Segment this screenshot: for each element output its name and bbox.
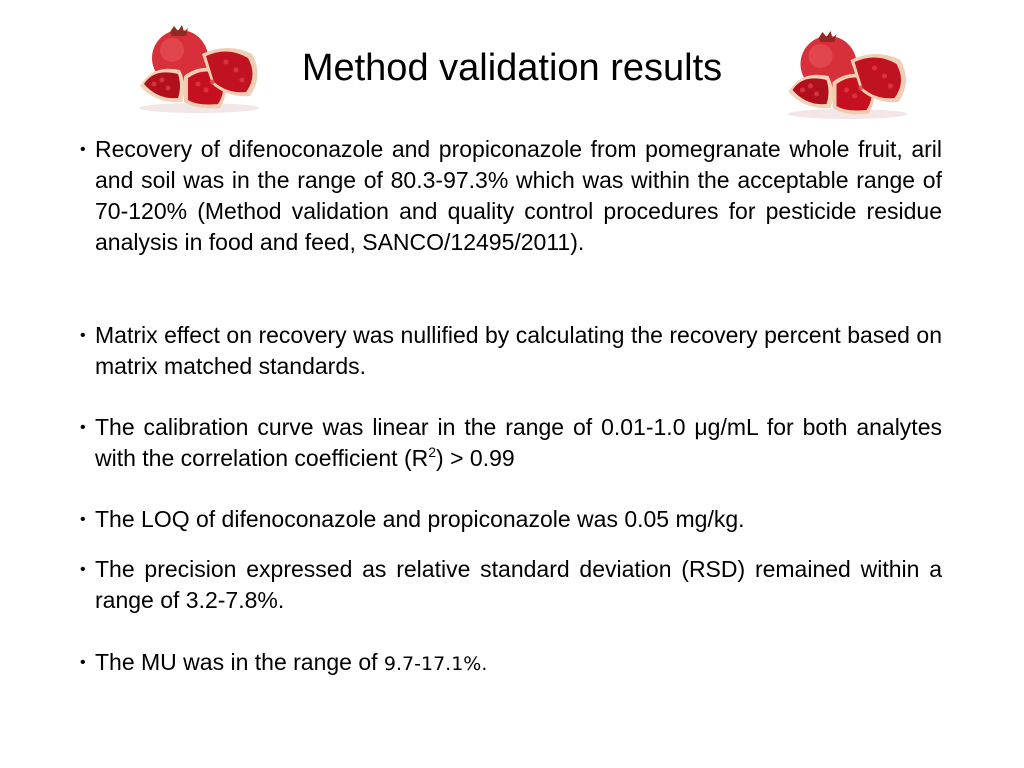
bullet-text: The precision expressed as relative stan… <box>95 556 942 613</box>
bullet-text-part: The calibration curve was linear in the … <box>95 414 942 471</box>
bullet-text: The LOQ of difenoconazole and propiconaz… <box>95 506 745 532</box>
bullet-marker: • <box>80 141 86 158</box>
bullet-recovery: • Recovery of difenoconazole and propico… <box>80 134 942 258</box>
pomegranate-image-right <box>787 31 908 119</box>
bullet-marker: • <box>80 511 86 528</box>
bullet-text-part: 9.7-17.1%. <box>383 653 488 675</box>
bullet-text: The calibration curve was linear in the … <box>95 412 942 474</box>
superscript: 2 <box>428 444 437 460</box>
bullet-text: Recovery of difenoconazole and propicona… <box>95 136 942 255</box>
bullet-marker: • <box>80 327 86 344</box>
bullet-text-part: ) > 0.99 <box>436 445 515 471</box>
bullet-text: The MU was in the range of 9.7-17.1%. <box>95 647 942 680</box>
bullet-text-part: The MU was in the range of <box>95 649 384 675</box>
bullet-marker: • <box>80 419 86 436</box>
bullet-mu: • The MU was in the range of 9.7-17.1%. <box>80 647 942 680</box>
bullet-marker: • <box>80 654 86 671</box>
bullet-matrix-effect: • Matrix effect on recovery was nullifie… <box>80 320 942 382</box>
bullet-marker: • <box>80 561 86 578</box>
bullet-loq: • The LOQ of difenoconazole and propicon… <box>80 504 942 535</box>
bullet-precision: • The precision expressed as relative st… <box>80 554 942 616</box>
bullet-text: Matrix effect on recovery was nullified … <box>95 322 942 379</box>
bullet-calibration: • The calibration curve was linear in th… <box>80 412 942 474</box>
